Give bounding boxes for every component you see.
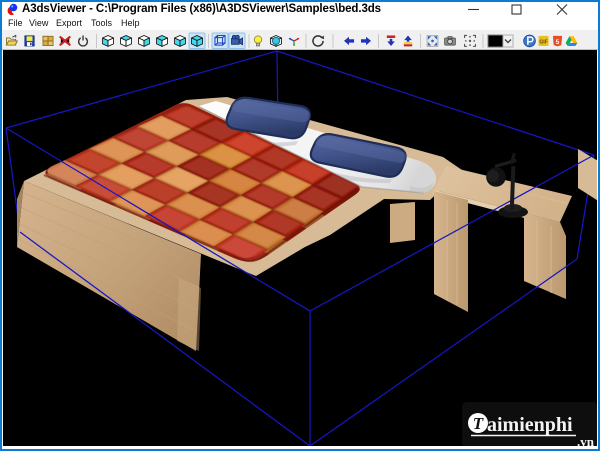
svg-text:5: 5 xyxy=(556,39,560,46)
svg-text:.vn: .vn xyxy=(577,434,595,446)
svg-text:GIF: GIF xyxy=(539,39,547,45)
svg-text:aimienphi: aimienphi xyxy=(487,414,573,436)
svg-text:T: T xyxy=(473,414,484,433)
